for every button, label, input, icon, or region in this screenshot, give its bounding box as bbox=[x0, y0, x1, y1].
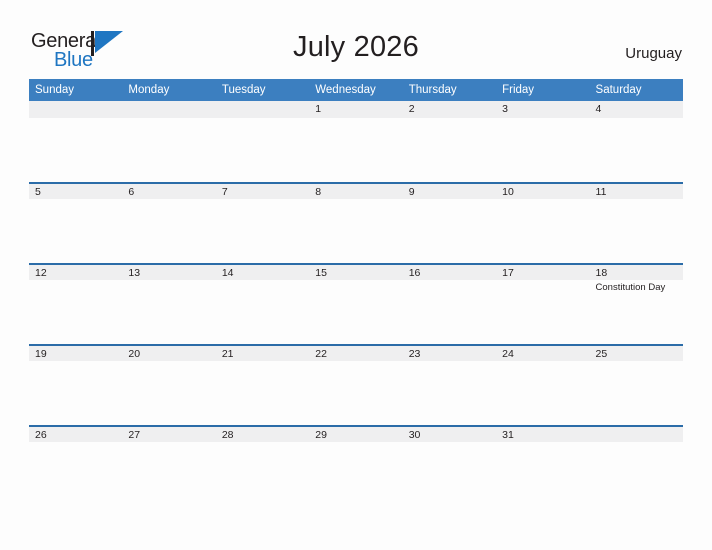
page-title: July 2026 bbox=[293, 31, 419, 63]
day-number[interactable]: 1 bbox=[309, 101, 402, 118]
day-cell[interactable] bbox=[403, 442, 496, 506]
calendar-week-row: 26 27 28 29 30 31 bbox=[29, 425, 683, 506]
day-header-monday: Monday bbox=[128, 84, 170, 96]
day-header-saturday: Saturday bbox=[595, 84, 642, 96]
day-number[interactable]: 16 bbox=[403, 265, 496, 280]
week-date-strip: 19 20 21 22 23 24 25 bbox=[29, 344, 683, 361]
day-number[interactable]: 23 bbox=[403, 346, 496, 361]
day-number[interactable]: 4 bbox=[590, 101, 683, 118]
day-cell[interactable] bbox=[29, 442, 122, 506]
day-cell[interactable] bbox=[216, 118, 309, 182]
day-cell[interactable] bbox=[496, 442, 589, 506]
day-cell[interactable] bbox=[29, 199, 122, 263]
day-cell[interactable] bbox=[403, 199, 496, 263]
day-cell[interactable] bbox=[403, 118, 496, 182]
day-number[interactable]: 26 bbox=[29, 427, 122, 442]
day-cell[interactable] bbox=[309, 361, 402, 425]
calendar-grid: Sunday Monday Tuesday Wednesday Thursday… bbox=[29, 79, 683, 506]
day-number[interactable]: 2 bbox=[403, 101, 496, 118]
day-number[interactable]: 15 bbox=[309, 265, 402, 280]
week-body-strip bbox=[29, 118, 683, 182]
calendar-week-row: 1 2 3 4 bbox=[29, 101, 683, 182]
day-cell[interactable] bbox=[590, 199, 683, 263]
day-cell[interactable] bbox=[122, 280, 215, 344]
day-cell[interactable] bbox=[29, 118, 122, 182]
day-event: Constitution Day bbox=[595, 282, 666, 293]
day-number[interactable]: 9 bbox=[403, 184, 496, 199]
day-cell[interactable] bbox=[122, 199, 215, 263]
day-number[interactable]: 30 bbox=[403, 427, 496, 442]
day-cell[interactable] bbox=[496, 280, 589, 344]
week-body-strip bbox=[29, 361, 683, 425]
day-cell[interactable] bbox=[590, 118, 683, 182]
calendar-week-row: 12 13 14 15 16 17 18 Constitution Day bbox=[29, 263, 683, 344]
day-cell[interactable] bbox=[403, 361, 496, 425]
day-number[interactable]: 10 bbox=[496, 184, 589, 199]
day-cell[interactable] bbox=[496, 118, 589, 182]
day-number[interactable]: 29 bbox=[309, 427, 402, 442]
day-number[interactable]: 6 bbox=[122, 184, 215, 199]
page-header: General Blue July 2026 Uruguay bbox=[0, 0, 712, 78]
day-number[interactable]: 28 bbox=[216, 427, 309, 442]
country-label: Uruguay bbox=[625, 45, 682, 62]
day-number[interactable]: 14 bbox=[216, 265, 309, 280]
day-number[interactable]: 31 bbox=[496, 427, 589, 442]
day-number[interactable]: 11 bbox=[590, 184, 683, 199]
day-cell[interactable] bbox=[29, 280, 122, 344]
week-body-strip bbox=[29, 442, 683, 506]
day-number[interactable]: 24 bbox=[496, 346, 589, 361]
day-header-sunday: Sunday bbox=[35, 84, 75, 96]
day-number[interactable]: 19 bbox=[29, 346, 122, 361]
day-cell[interactable] bbox=[309, 442, 402, 506]
day-cell[interactable] bbox=[122, 442, 215, 506]
day-number[interactable]: 25 bbox=[590, 346, 683, 361]
day-number[interactable] bbox=[590, 427, 683, 442]
day-number[interactable]: 3 bbox=[496, 101, 589, 118]
day-cell[interactable] bbox=[29, 361, 122, 425]
week-date-strip: 1 2 3 4 bbox=[29, 101, 683, 118]
day-cell[interactable] bbox=[309, 280, 402, 344]
week-date-strip: 5 6 7 8 9 10 11 bbox=[29, 182, 683, 199]
day-number[interactable] bbox=[122, 101, 215, 118]
week-date-strip: 12 13 14 15 16 17 18 bbox=[29, 263, 683, 280]
day-number[interactable]: 8 bbox=[309, 184, 402, 199]
day-number[interactable]: 17 bbox=[496, 265, 589, 280]
day-number[interactable] bbox=[216, 101, 309, 118]
day-cell[interactable] bbox=[403, 280, 496, 344]
day-number[interactable]: 5 bbox=[29, 184, 122, 199]
day-number[interactable]: 21 bbox=[216, 346, 309, 361]
day-number[interactable]: 22 bbox=[309, 346, 402, 361]
day-cell[interactable] bbox=[216, 361, 309, 425]
day-number[interactable]: 18 bbox=[590, 265, 683, 280]
day-of-week-header-row: Sunday Monday Tuesday Wednesday Thursday… bbox=[29, 79, 683, 101]
week-body-strip: Constitution Day bbox=[29, 280, 683, 344]
day-number[interactable]: 20 bbox=[122, 346, 215, 361]
day-cell[interactable] bbox=[590, 442, 683, 506]
day-cell[interactable] bbox=[590, 361, 683, 425]
week-body-strip bbox=[29, 199, 683, 263]
day-cell[interactable] bbox=[309, 199, 402, 263]
day-cell[interactable] bbox=[216, 199, 309, 263]
day-number[interactable]: 12 bbox=[29, 265, 122, 280]
day-header-wednesday: Wednesday bbox=[315, 84, 376, 96]
day-cell[interactable] bbox=[496, 199, 589, 263]
day-header-thursday: Thursday bbox=[408, 84, 457, 96]
day-cell[interactable] bbox=[496, 361, 589, 425]
day-cell[interactable] bbox=[122, 118, 215, 182]
day-number[interactable] bbox=[29, 101, 122, 118]
day-number[interactable]: 27 bbox=[122, 427, 215, 442]
day-cell[interactable] bbox=[309, 118, 402, 182]
calendar-week-row: 5 6 7 8 9 10 11 bbox=[29, 182, 683, 263]
day-number[interactable]: 13 bbox=[122, 265, 215, 280]
day-number[interactable]: 7 bbox=[216, 184, 309, 199]
calendar-page: General Blue July 2026 Uruguay Sunday Mo… bbox=[0, 0, 712, 550]
day-cell[interactable] bbox=[216, 280, 309, 344]
day-cell[interactable] bbox=[122, 361, 215, 425]
calendar-week-row: 19 20 21 22 23 24 25 bbox=[29, 344, 683, 425]
day-header-tuesday: Tuesday bbox=[221, 84, 266, 96]
week-date-strip: 26 27 28 29 30 31 bbox=[29, 425, 683, 442]
day-header-friday: Friday bbox=[502, 84, 535, 96]
day-cell-holiday[interactable]: Constitution Day bbox=[590, 280, 683, 344]
day-cell[interactable] bbox=[216, 442, 309, 506]
